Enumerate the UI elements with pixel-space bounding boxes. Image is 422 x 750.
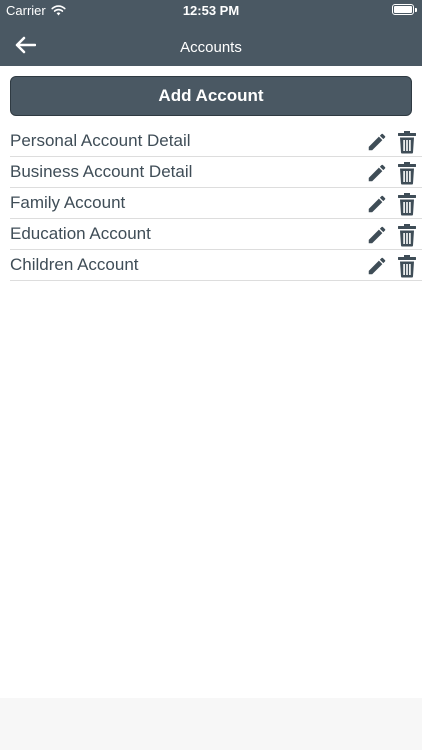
account-row[interactable]: Family Account bbox=[10, 188, 422, 219]
add-account-button[interactable]: Add Account bbox=[10, 76, 412, 116]
page-title: Accounts bbox=[180, 39, 242, 56]
account-row[interactable]: Personal Account Detail bbox=[10, 126, 422, 157]
account-label: Education Account bbox=[10, 224, 151, 243]
pencil-icon[interactable] bbox=[366, 131, 388, 153]
account-label: Children Account bbox=[10, 255, 139, 274]
battery-icon bbox=[392, 4, 417, 15]
account-list: Personal Account Detail Business Account… bbox=[10, 126, 422, 281]
trash-icon[interactable] bbox=[397, 192, 417, 216]
account-row[interactable]: Business Account Detail bbox=[10, 157, 422, 188]
account-label: Family Account bbox=[10, 193, 126, 212]
trash-icon[interactable] bbox=[397, 254, 417, 278]
account-row[interactable]: Education Account bbox=[10, 219, 422, 250]
trash-icon[interactable] bbox=[397, 223, 417, 247]
bottom-area bbox=[0, 698, 422, 750]
account-row[interactable]: Children Account bbox=[10, 250, 422, 281]
pencil-icon[interactable] bbox=[366, 255, 388, 277]
trash-icon[interactable] bbox=[397, 161, 417, 185]
account-label: Personal Account Detail bbox=[10, 131, 191, 150]
status-time: 12:53 PM bbox=[182, 3, 240, 18]
pencil-icon[interactable] bbox=[366, 224, 388, 246]
top-bar: Carrier 12:53 PM Accounts bbox=[0, 0, 422, 66]
pencil-icon[interactable] bbox=[366, 162, 388, 184]
navigation-bar: Accounts bbox=[0, 22, 422, 66]
account-label: Business Account Detail bbox=[10, 162, 193, 181]
pencil-icon[interactable] bbox=[366, 193, 388, 215]
status-bar: Carrier 12:53 PM bbox=[0, 0, 422, 22]
trash-icon[interactable] bbox=[397, 130, 417, 154]
